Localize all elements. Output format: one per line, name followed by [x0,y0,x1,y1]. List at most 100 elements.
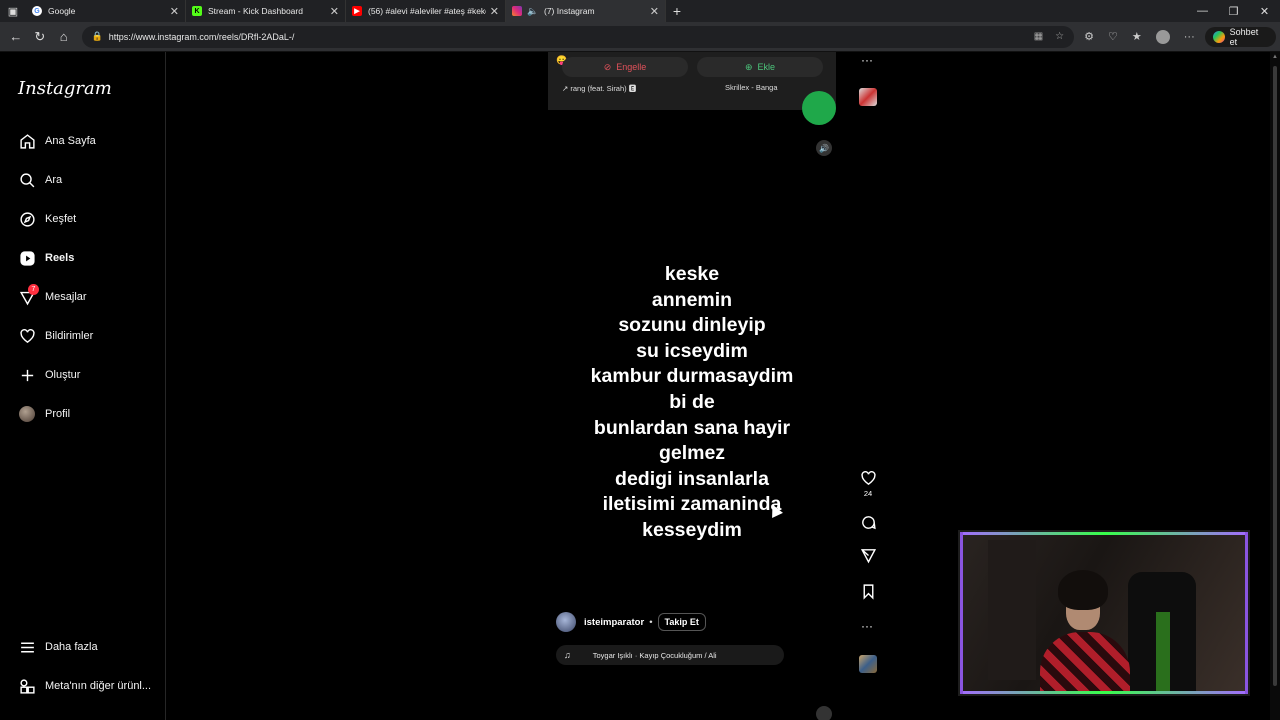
creator-row: isteimparator • Takip Et [556,612,706,632]
bookmark-icon [863,584,873,600]
webcam-frame-top [960,532,1248,535]
reload-icon[interactable]: ↻ [28,29,52,45]
caption-line: dedigi insanlarla [615,467,769,490]
more-menu-button[interactable]: Daha fazla [18,638,98,656]
caption-line: bunlardan sana hayir [593,416,791,439]
sidebar-item-notifications[interactable]: Bildirimler [18,327,93,345]
meta-products-button[interactable]: Meta'nın diğer ürünl... [18,677,151,695]
instagram-sidebar: Instagram Ana Sayfa Ara Keşfet Reels 7 M… [0,52,166,720]
site-info-icon[interactable]: 🔒 [92,31,103,42]
like-count: 24 [863,489,873,498]
tab-instagram[interactable]: 🔈 (7) Instagram ✕ [506,0,666,22]
block-icon: ⊘ [603,61,612,72]
favorites-icon[interactable]: ★ [1132,30,1142,43]
music-note-icon: ♫ [564,650,571,660]
caption-line: kambur durmasaydim [590,365,794,388]
tab-google[interactable]: G Google ✕ [26,0,186,22]
meta-apps-icon [18,677,36,695]
green-action-icon [802,91,836,125]
top-more-icon[interactable]: ··· [861,53,873,67]
youtube-icon: ▶ [352,6,362,16]
block-label: Engelle [616,62,647,72]
minimize-icon[interactable]: — [1187,5,1218,18]
creator-avatar[interactable] [556,612,576,632]
sidebar-item-search[interactable]: Ara [18,171,62,189]
tab-youtube[interactable]: ▶ (56) #alevi #aleviler #ateş #keko ✕ [346,0,506,22]
caption-line: bi de [669,390,715,413]
meta-label: Meta'nın diğer ürünl... [45,680,152,692]
comment-button[interactable] [858,514,878,531]
hamburger-icon [18,638,36,656]
address-bar[interactable]: 🔒 https://www.instagram.com/reels/DRfl-2… [81,25,1075,48]
sidebar-item-label: Oluştur [45,369,81,381]
close-window-icon[interactable]: ✕ [1249,5,1280,18]
scroll-up-icon[interactable]: ▲ [1272,54,1278,60]
reel-caption-text: keske annemin sozunu dinleyip su icseydi… [548,262,836,544]
separator-dot: • [649,616,653,628]
page-scrollbar[interactable]: ▲ [1270,52,1280,720]
reel-more-icon[interactable]: ··· [861,619,873,633]
new-tab-button[interactable]: + [666,3,688,19]
sidebar-item-profile[interactable]: Profil [18,405,70,423]
favorite-star-icon[interactable]: ☆ [1055,31,1064,42]
music-title: Toygar Işıklı · Kayıp Çocukluğum / Ali [592,650,717,660]
sidebar-item-home[interactable]: Ana Sayfa [18,132,96,150]
webcam-frame-right [1245,532,1248,694]
follow-button[interactable]: Takip Et [657,613,706,631]
instagram-logo[interactable]: Instagram [18,78,112,99]
extensions-icon[interactable]: ⚙ [1084,30,1094,43]
tab-kick[interactable]: K Stream - Kick Dashboard ✕ [186,0,346,22]
restore-icon[interactable]: ❐ [1218,5,1249,18]
tab-actions-icon[interactable]: ▣ [0,0,26,22]
sidebar-item-label: Reels [45,252,75,264]
browser-essentials-icon[interactable]: ♡ [1108,30,1118,43]
copilot-button[interactable]: Sohbet et [1204,26,1276,47]
share-button[interactable] [858,547,878,564]
close-tab-icon[interactable]: ✕ [170,5,179,18]
close-tab-icon[interactable]: ✕ [490,5,499,18]
profile-avatar[interactable] [1155,29,1170,44]
caption-line: sozunu dinleyip [618,314,766,337]
sidebar-item-messages[interactable]: 7 Mesajlar [18,284,87,306]
home-icon [18,132,36,150]
tab-title: Google [48,6,76,16]
kick-icon: K [192,6,202,16]
previous-audio-thumbnail[interactable] [859,88,877,106]
save-button[interactable] [858,583,878,600]
url-text: https://www.instagram.com/reels/DRfl-2AD… [108,31,295,42]
previous-reel-fragment: 😛 ⊘ Engelle ⊕ Ekle ↗ rang (feat. Sirah) … [548,52,836,125]
like-button[interactable]: 24 [858,470,878,498]
audio-thumbnail[interactable] [859,655,877,673]
instagram-icon [512,6,522,16]
sidebar-item-label: Bildirimler [45,330,94,342]
sidebar-item-create[interactable]: Oluştur [18,366,80,384]
reel-video[interactable]: 😛 ⊘ Engelle ⊕ Ekle ↗ rang (feat. Sirah) … [548,52,836,720]
block-button[interactable]: ⊘ Engelle [562,57,688,77]
caption-line: iletisimi zamaninda [602,493,782,516]
close-tab-icon[interactable]: ✕ [650,5,659,18]
gaming-chair-stripe [1156,612,1170,692]
back-icon[interactable]: ← [4,29,28,44]
next-reel-volume-icon[interactable] [816,706,832,720]
explore-icon [18,210,36,228]
sidebar-item-label: Keşfet [45,213,77,225]
messages-icon: 7 [18,284,39,306]
caption-line: kesseydim [642,518,742,541]
home-icon[interactable]: ⌂ [52,29,76,44]
sidebar-item-explore[interactable]: Keşfet [18,210,76,228]
fragment-song-right: Skrillex - Banga [725,83,778,92]
speaker-icon[interactable]: 🔈 [527,6,538,16]
reels-icon [18,249,36,267]
add-button[interactable]: ⊕ Ekle [697,57,823,77]
app-available-icon[interactable]: ▦ [1034,31,1043,42]
webcam-frame-left [960,532,963,694]
close-tab-icon[interactable]: ✕ [330,5,339,18]
more-menu-icon[interactable]: ··· [1184,31,1195,43]
creator-username[interactable]: isteimparator [584,617,644,628]
streamer-hair [1058,570,1108,610]
volume-icon[interactable]: 🔊 [816,140,832,156]
music-info[interactable]: ♫ Toygar Işıklı · Kayıp Çocukluğum / Ali [556,645,784,665]
scrollbar-thumb[interactable] [1273,66,1277,686]
sidebar-item-reels[interactable]: Reels [18,249,74,267]
explicit-icon: 🅴 [628,84,637,93]
